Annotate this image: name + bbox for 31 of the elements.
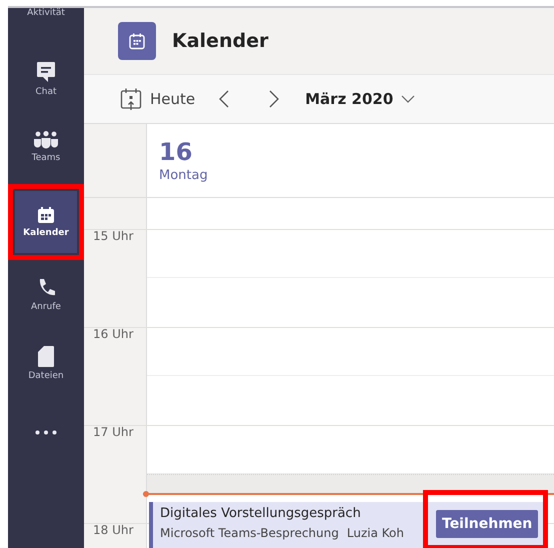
hour-label: 18 Uhr xyxy=(93,523,134,537)
join-button[interactable]: Teilnehmen xyxy=(436,510,538,538)
nav-item[interactable]: Dateien xyxy=(15,332,77,394)
event-type: Microsoft Teams-Besprechung xyxy=(160,526,339,540)
event-card[interactable]: Digitales Vorstellungsgespräch Microsoft Teams-Besprechung Luzia Koh xyxy=(149,502,423,548)
today-button[interactable]: Heute xyxy=(120,87,196,111)
more-icon[interactable] xyxy=(35,430,57,435)
nav-item[interactable]: Anrufe xyxy=(15,264,77,326)
phone-icon xyxy=(37,278,55,298)
next-button[interactable] xyxy=(269,90,280,108)
hour-label: 15 Uhr xyxy=(93,229,134,243)
chat-icon xyxy=(36,61,56,83)
hour-label: 17 Uhr xyxy=(93,425,134,439)
chevron-down-icon xyxy=(401,95,416,103)
page-title: Kalender xyxy=(172,30,268,52)
calendar-icon xyxy=(37,206,55,224)
month-dropdown[interactable]: März 2020 xyxy=(305,90,416,108)
nav-item[interactable]: Aktivität xyxy=(15,8,77,30)
calendar-icon xyxy=(118,22,156,60)
nav-item[interactable]: Teams xyxy=(15,116,77,178)
weekday-label: Montag xyxy=(159,168,209,183)
nav-item[interactable]: Kalender xyxy=(15,191,77,253)
file-icon xyxy=(38,346,54,366)
event-title: Digitales Vorstellungsgespräch xyxy=(160,506,362,521)
hour-label: 16 Uhr xyxy=(93,327,134,341)
previous-button[interactable] xyxy=(219,90,230,108)
day-number: 16 xyxy=(159,138,194,166)
nav-item[interactable]: Chat xyxy=(15,48,77,110)
people-icon xyxy=(34,131,58,149)
event-organizer: Luzia Koh xyxy=(346,526,404,540)
calendar-icon xyxy=(120,87,142,111)
